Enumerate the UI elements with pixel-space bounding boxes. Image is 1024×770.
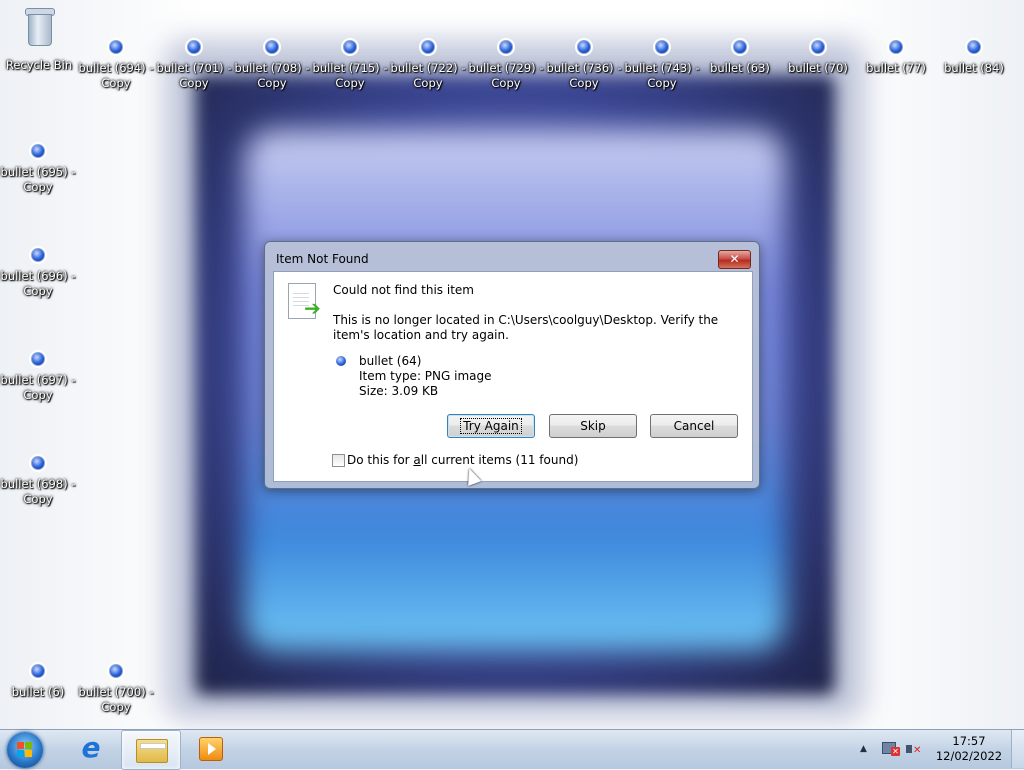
desktop-icon-file[interactable]: bullet (84) [936,40,1012,76]
desktop-icon-file[interactable]: bullet (698) - Copy [0,456,76,507]
desktop-icon-file[interactable]: bullet (70) [780,40,856,76]
taskbar-windows-explorer[interactable] [121,730,181,770]
desktop-icon-file[interactable]: bullet (697) - Copy [0,352,76,403]
desktop-icon-label: bullet (698) - Copy [0,477,76,506]
clock-time: 17:57 [952,734,986,748]
bullet-image-icon [811,40,825,54]
desktop-icon-label: bullet (63) [710,61,770,75]
desktop-icon-label: bullet (84) [944,61,1004,75]
desktop-icon-file[interactable]: bullet (63) [702,40,778,76]
skip-label: Skip [580,419,606,433]
media-player-icon [199,737,223,761]
dialog-content: ➔ Could not find this item This is no lo… [273,271,753,482]
try-again-button[interactable]: Try Again [447,414,535,438]
desktop-icon-label: bullet (743) - Copy [624,61,700,90]
clock-date: 12/02/2022 [935,749,1003,763]
cancel-button[interactable]: Cancel [650,414,738,438]
show-hidden-icons-icon[interactable]: ▲ [860,744,867,754]
desktop-icon-label: bullet (736) - Copy [546,61,622,90]
dialog-heading: Could not find this item [333,283,474,297]
desktop-icon-recycle-bin[interactable]: Recycle Bin [1,6,77,73]
desktop-icon-file[interactable]: bullet (694) - Copy [78,40,154,91]
desktop-icon-file[interactable]: bullet (743) - Copy [624,40,700,91]
recycle-bin-icon [24,6,55,46]
bullet-image-icon [31,664,45,678]
bullet-image-icon [889,40,903,54]
desktop-icon-label: bullet (6) [11,685,65,699]
checkbox-label-accesskey: a [413,453,421,467]
desktop-icon-label: bullet (715) - Copy [312,61,388,90]
desktop-icon-label: Recycle Bin [5,58,73,72]
desktop-icon-label: bullet (700) - Copy [78,685,154,714]
bullet-image-icon [499,40,513,54]
windows-explorer-icon [136,739,168,763]
desktop-icon-label: bullet (694) - Copy [78,61,154,90]
bullet-image-icon [577,40,591,54]
dialog-title: Item Not Found [276,252,369,266]
taskbar-internet-explorer[interactable]: e [62,730,120,768]
windows-logo-icon [17,742,33,758]
bullet-image-icon [109,664,123,678]
bullet-image-icon [31,352,45,366]
desktop-icon-file[interactable]: bullet (708) - Copy [234,40,310,91]
show-desktop-button[interactable] [1011,730,1024,768]
bullet-image-icon [343,40,357,54]
desktop-icon-label: bullet (701) - Copy [156,61,232,90]
item-not-found-dialog: Item Not Found ✕ ➔ Could not find this i… [264,241,760,489]
green-arrow-icon: ➔ [304,296,321,320]
bullet-image-icon [967,40,981,54]
close-button[interactable]: ✕ [718,250,751,269]
taskbar: e ▲ ✕ ✕ 17:57 12/02/2022 [0,729,1024,770]
bullet-image-icon [655,40,669,54]
desktop-icon-label: bullet (77) [866,61,926,75]
desktop-icon-file[interactable]: bullet (736) - Copy [546,40,622,91]
desktop-icon-file[interactable]: bullet (700) - Copy [78,664,154,715]
desktop-icon-label: bullet (729) - Copy [468,61,544,90]
bullet-image-icon [336,356,346,366]
desktop-icon-label: bullet (722) - Copy [390,61,466,90]
item-type: Item type: PNG image [359,369,492,383]
cancel-label: Cancel [673,419,715,433]
item-name: bullet (64) [359,354,422,368]
desktop-icon-label: bullet (696) - Copy [0,269,76,298]
dialog-message: This is no longer located in C:\Users\co… [333,313,719,342]
desktop-icon-label: bullet (695) - Copy [0,165,76,194]
checkbox-label-suffix: ll current items (11 found) [420,453,579,467]
apply-to-all-label[interactable]: Do this for all current items (11 found) [347,453,578,467]
desktop-icon-label: bullet (708) - Copy [234,61,310,90]
bullet-image-icon [31,144,45,158]
close-icon: ✕ [729,252,740,266]
desktop-icon-file[interactable]: bullet (6) [0,664,76,700]
desktop-icon-file[interactable]: bullet (729) - Copy [468,40,544,91]
desktop-icon-file[interactable]: bullet (77) [858,40,934,76]
bullet-image-icon [421,40,435,54]
taskbar-clock[interactable]: 17:57 12/02/2022 [930,734,1008,764]
bullet-image-icon [187,40,201,54]
try-again-label: Try Again [460,418,522,434]
desktop-icon-file[interactable]: bullet (696) - Copy [0,248,76,299]
desktop-icon-file[interactable]: bullet (722) - Copy [390,40,466,91]
desktop-icon-label: bullet (70) [788,61,848,75]
bullet-image-icon [265,40,279,54]
bullet-image-icon [733,40,747,54]
dialog-titlebar[interactable]: Item Not Found ✕ [265,242,759,272]
start-button[interactable] [7,732,43,768]
internet-explorer-icon: e [81,731,101,764]
bullet-image-icon [109,40,123,54]
item-size: Size: 3.09 KB [359,384,439,398]
desktop-icon-file[interactable]: bullet (701) - Copy [156,40,232,91]
bullet-image-icon [31,456,45,470]
taskbar-media-player[interactable] [182,730,240,768]
desktop-icon-file[interactable]: bullet (695) - Copy [0,144,76,195]
volume-muted-icon[interactable]: ✕ [906,742,922,756]
desktop-icon-label: bullet (697) - Copy [0,373,76,402]
skip-button[interactable]: Skip [549,414,637,438]
bullet-image-icon [31,248,45,262]
apply-to-all-checkbox[interactable] [332,454,345,467]
checkbox-label-prefix: Do this for [347,453,414,467]
network-disconnected-icon[interactable]: ✕ [882,742,900,756]
desktop-icon-file[interactable]: bullet (715) - Copy [312,40,388,91]
